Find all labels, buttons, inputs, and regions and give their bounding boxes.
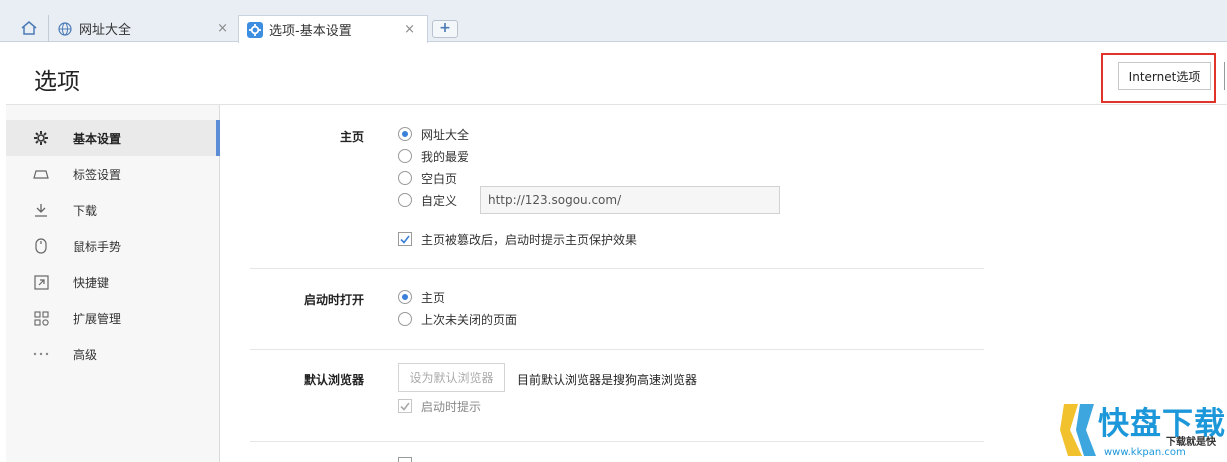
radio-button[interactable]	[398, 290, 412, 304]
sidebar-item-label: 下载	[73, 203, 98, 218]
sidebar-item-label: 基本设置	[73, 131, 122, 146]
gear-icon	[32, 129, 50, 147]
default-browser-section-label: 默认浏览器	[303, 373, 364, 387]
sidebar-item-label: 鼠标手势	[73, 239, 122, 254]
tab-label: 选项-基本设置	[269, 24, 352, 39]
radio-button[interactable]	[398, 312, 412, 326]
startup-prompt-option[interactable]: 启动时提示	[398, 397, 481, 415]
option-label: 网址大全	[421, 127, 470, 142]
homepage-protect-option[interactable]: 主页被篡改后，启动时提示主页保护效果	[398, 230, 637, 248]
sidebar-item-basic[interactable]: 基本设置	[6, 120, 220, 156]
checkbox[interactable]	[398, 232, 412, 246]
partial-checkbox[interactable]	[398, 457, 412, 462]
shortcut-icon	[32, 273, 50, 291]
checkbox[interactable]	[398, 399, 412, 413]
home-button[interactable]	[18, 18, 40, 40]
option-label: 上次未关闭的页面	[421, 312, 518, 327]
close-icon[interactable]: ×	[217, 21, 228, 36]
page-title: 选项	[34, 69, 80, 95]
sidebar-item-label: 高级	[73, 347, 98, 362]
homepage-option-blank[interactable]: 空白页	[398, 169, 457, 187]
sidebar-item-shortcuts[interactable]: 快捷键	[6, 264, 220, 300]
tab-bar: 网址大全 × 选项-基本设置 × +	[0, 0, 1227, 43]
sidebar-item-advanced[interactable]: 高级	[6, 336, 220, 372]
radio-button[interactable]	[398, 149, 412, 163]
watermark-logo-icon	[1060, 402, 1098, 461]
startup-option-last-session[interactable]: 上次未关闭的页面	[398, 310, 517, 328]
sidebar-item-label: 快捷键	[73, 275, 110, 290]
custom-homepage-url-input[interactable]: http://123.sogou.com/	[480, 186, 780, 214]
sidebar-item-label: 扩展管理	[73, 311, 122, 326]
extensions-icon	[32, 309, 50, 327]
internet-options-button[interactable]: Internet选项	[1118, 62, 1211, 90]
homepage-option-url-directory[interactable]: 网址大全	[398, 125, 469, 143]
radio-button[interactable]	[398, 171, 412, 185]
mouse-icon	[32, 237, 50, 255]
option-label: 主页被篡改后，启动时提示主页保护效果	[421, 232, 638, 247]
option-label: 主页	[421, 290, 446, 305]
option-label: 启动时提示	[421, 399, 482, 414]
option-label: 我的最爱	[421, 149, 470, 164]
globe-icon	[57, 21, 73, 37]
homepage-option-custom[interactable]: 自定义	[398, 191, 457, 209]
sidebar-item-mouse-gestures[interactable]: 鼠标手势	[6, 228, 220, 264]
sidebar-item-download[interactable]: 下载	[6, 192, 220, 228]
sidebar-item-extensions[interactable]: 扩展管理	[6, 300, 220, 336]
section-divider	[250, 441, 984, 442]
watermark: 快盘下载 下载就是快 www.kkpan.com	[1060, 398, 1227, 462]
sidebar-item-tabs[interactable]: 标签设置	[6, 156, 220, 192]
homepage-section-label: 主页	[339, 130, 364, 144]
watermark-url: www.kkpan.com	[1104, 447, 1186, 458]
home-icon	[20, 20, 38, 39]
new-tab-button[interactable]: +	[432, 20, 458, 38]
settings-icon	[247, 21, 263, 38]
tab-url-directory[interactable]: 网址大全 ×	[48, 15, 240, 42]
watermark-subtitle: 下载就是快	[1166, 437, 1216, 448]
set-default-browser-button[interactable]: 设为默认浏览器	[398, 363, 505, 392]
section-divider	[250, 268, 984, 269]
sidebar-item-label: 标签设置	[73, 167, 122, 182]
tab-icon	[32, 165, 50, 183]
sidebar: 基本设置 标签设置 下载 鼠标手势 快捷键 扩展管理 高级	[6, 105, 220, 462]
download-icon	[32, 201, 50, 219]
option-label: 空白页	[421, 171, 458, 186]
section-divider	[250, 349, 984, 350]
more-icon	[32, 345, 50, 363]
default-browser-status: 目前默认浏览器是搜狗高速浏览器	[517, 373, 698, 387]
startup-section-label: 启动时打开	[303, 293, 364, 307]
option-label: 自定义	[421, 193, 458, 208]
radio-button[interactable]	[398, 127, 412, 141]
homepage-option-favorites[interactable]: 我的最爱	[398, 147, 469, 165]
startup-option-homepage[interactable]: 主页	[398, 288, 445, 306]
close-icon[interactable]: ×	[404, 22, 415, 37]
radio-button[interactable]	[398, 193, 412, 207]
tab-options-basic[interactable]: 选项-基本设置 ×	[238, 15, 428, 43]
tab-label: 网址大全	[79, 23, 132, 38]
